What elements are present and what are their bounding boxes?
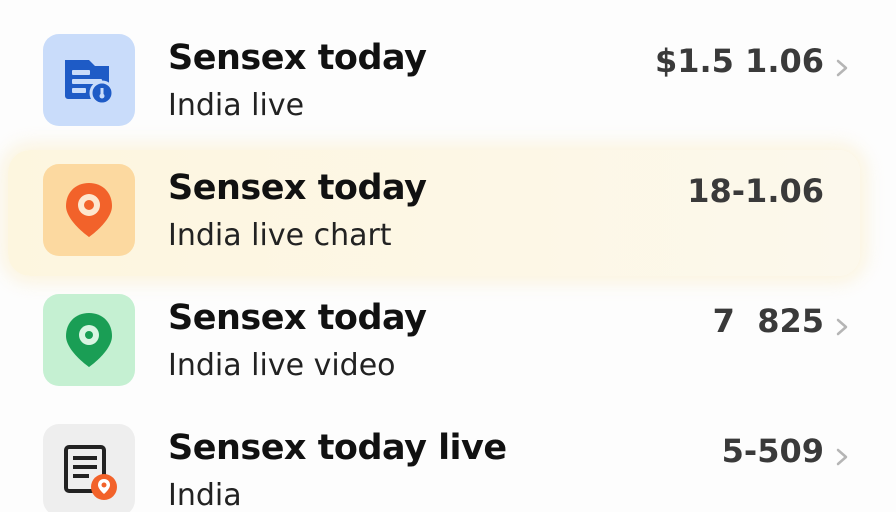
row-highlight bbox=[8, 150, 860, 276]
document-location-icon bbox=[58, 439, 120, 501]
list-item[interactable]: Sensex today live India 5-509 bbox=[0, 406, 896, 512]
item-icon-tile bbox=[43, 34, 135, 126]
item-value: 5-509 bbox=[721, 432, 824, 470]
item-icon-tile bbox=[43, 294, 135, 386]
item-title: Sensex today bbox=[168, 38, 427, 78]
list-item-highlighted[interactable]: Sensex today India live chart 18-1.06 bbox=[0, 146, 896, 276]
map-pin-icon bbox=[61, 309, 117, 371]
item-subtitle: India live bbox=[168, 88, 305, 123]
item-icon-tile bbox=[43, 164, 135, 256]
item-title: Sensex today bbox=[168, 168, 427, 208]
item-icon-tile bbox=[43, 424, 135, 512]
item-subtitle: India bbox=[168, 478, 242, 512]
item-subtitle: India live video bbox=[168, 348, 396, 383]
chevron-right-icon bbox=[834, 58, 850, 78]
item-value: $1.5 1.06 bbox=[654, 42, 824, 80]
item-subtitle: India live chart bbox=[168, 218, 392, 253]
document-bookmark-icon bbox=[59, 50, 119, 110]
item-title: Sensex today bbox=[168, 298, 427, 338]
list-item[interactable]: Sensex today India live $1.5 1.06 bbox=[0, 16, 896, 146]
chevron-right-icon bbox=[834, 447, 850, 467]
list-item[interactable]: Sensex today India live video 7 825 bbox=[0, 276, 896, 406]
chevron-right-icon bbox=[834, 317, 850, 337]
item-value: 7 825 bbox=[712, 302, 824, 340]
item-title: Sensex today live bbox=[168, 428, 507, 468]
map-pin-icon bbox=[61, 179, 117, 241]
results-list: Sensex today India live $1.5 1.06 Sensex… bbox=[0, 0, 896, 512]
item-value: 18-1.06 bbox=[687, 172, 824, 210]
